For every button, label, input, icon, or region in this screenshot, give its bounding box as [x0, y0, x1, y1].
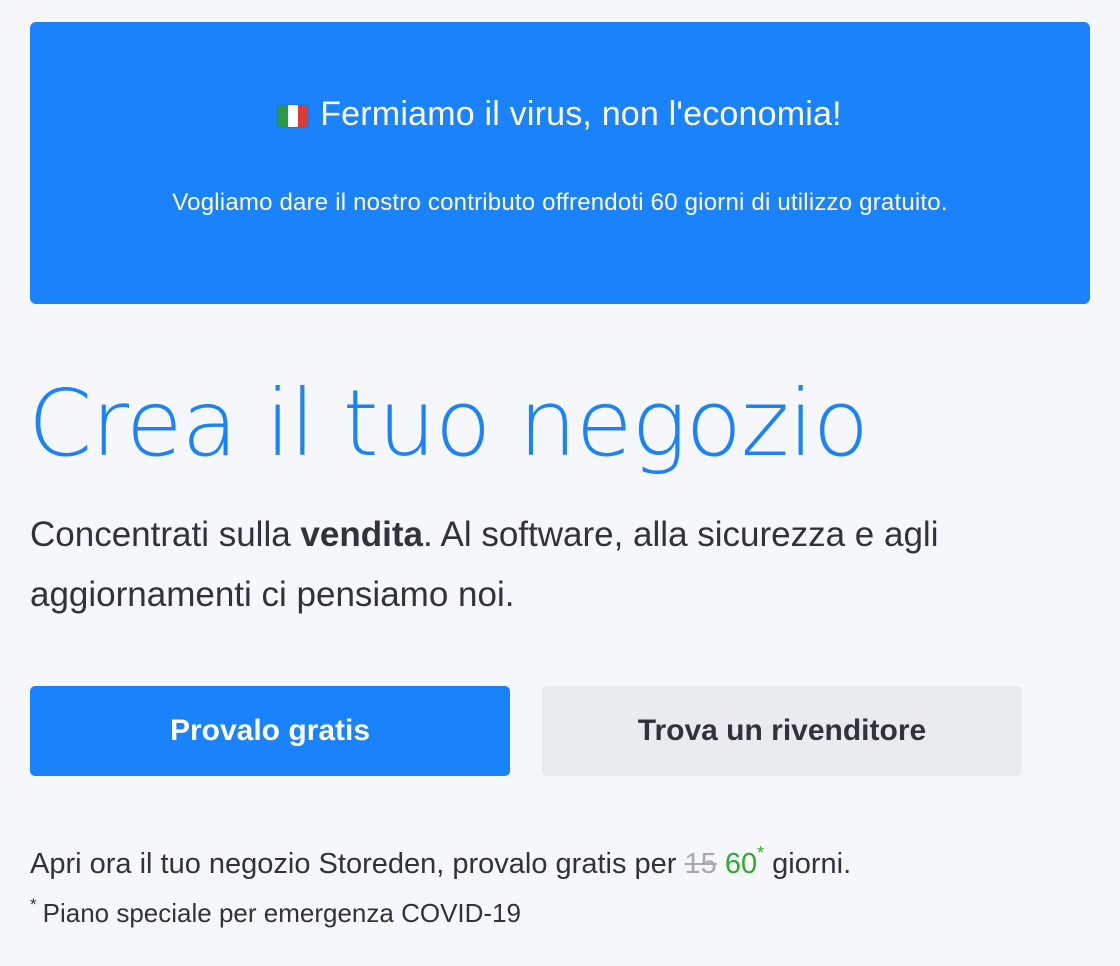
hero-subtitle-bold: vendita — [300, 515, 423, 554]
try-free-button[interactable]: Provalo gratis — [30, 686, 510, 776]
italian-flag-icon — [278, 105, 309, 127]
footnote-asterisk: * — [30, 895, 37, 914]
banner-text: Vogliamo dare il nostro contributo offre… — [172, 189, 948, 216]
page-title: Crea il tuo negozio — [28, 370, 869, 477]
footnote-text: Piano speciale per emergenza COVID-19 — [42, 898, 521, 928]
trial-text-after: giorni. — [764, 848, 852, 880]
banner-title-text: Fermiamo il virus, non l'economia! — [320, 95, 842, 133]
old-days-value: 15 — [684, 848, 717, 880]
hero-subtitle: Concentrati sulla vendita. Al software, … — [30, 505, 1070, 625]
hero-subtitle-part1: Concentrati sulla — [30, 515, 301, 554]
new-days-value: 60* — [724, 844, 764, 880]
covid-footnote: * Piano speciale per emergenza COVID-19 — [30, 893, 521, 933]
covid-banner: Fermiamo il virus, non l'economia! Vogli… — [30, 22, 1090, 304]
trial-text-before: Apri ora il tuo negozio Storeden, proval… — [30, 848, 685, 880]
new-days-number: 60 — [724, 848, 758, 880]
banner-title: Fermiamo il virus, non l'economia! — [30, 94, 1090, 134]
trial-offer-text: Apri ora il tuo negozio Storeden, proval… — [30, 840, 851, 888]
find-reseller-button[interactable]: Trova un rivenditore — [542, 686, 1022, 776]
